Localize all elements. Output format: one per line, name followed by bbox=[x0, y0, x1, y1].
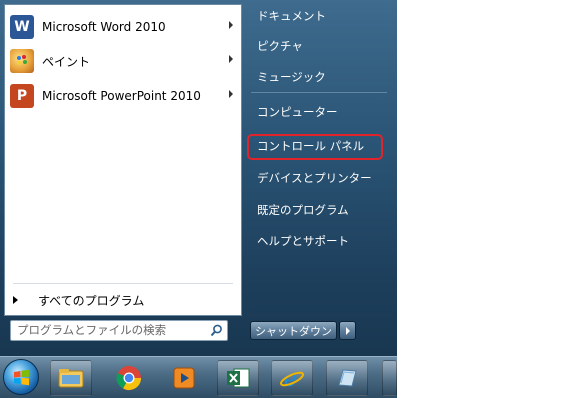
computer-link[interactable]: コンピューター bbox=[249, 100, 389, 124]
submenu-arrow-icon[interactable] bbox=[229, 90, 233, 98]
search-icon[interactable] bbox=[210, 324, 223, 337]
program-label: Microsoft PowerPoint 2010 bbox=[42, 89, 201, 103]
start-button[interactable] bbox=[3, 359, 39, 395]
program-word[interactable]: W Microsoft Word 2010 bbox=[6, 11, 241, 43]
devices-printers-link[interactable]: デバイスとプリンター bbox=[249, 166, 389, 190]
triangle-right-icon bbox=[13, 296, 18, 304]
program-paint[interactable]: ペイント bbox=[6, 45, 241, 77]
program-label: Microsoft Word 2010 bbox=[42, 20, 166, 34]
program-label: ペイント bbox=[42, 54, 91, 69]
pictures-link[interactable]: ピクチャ bbox=[249, 34, 389, 58]
devices-printers-label: デバイスとプリンター bbox=[257, 171, 372, 185]
all-programs-label: すべてのプログラム bbox=[38, 293, 145, 308]
excel-icon[interactable] bbox=[217, 360, 259, 396]
documents-link[interactable]: ドキュメント bbox=[249, 4, 389, 28]
default-programs-link[interactable]: 既定のプログラム bbox=[249, 198, 389, 222]
submenu-arrow-icon[interactable] bbox=[229, 21, 233, 29]
windows-logo-icon bbox=[14, 369, 29, 386]
control-panel-highlight bbox=[247, 134, 383, 160]
music-label: ミュージック bbox=[257, 70, 326, 84]
shutdown-label: シャットダウン bbox=[255, 324, 332, 338]
shutdown-button[interactable]: シャットダウン bbox=[250, 321, 337, 340]
search-input[interactable] bbox=[13, 322, 211, 338]
windows-explorer-icon[interactable] bbox=[50, 360, 92, 396]
search-box[interactable] bbox=[10, 320, 228, 341]
taskbar: e bbox=[0, 356, 397, 398]
svg-text:e: e bbox=[284, 367, 297, 392]
media-player-icon[interactable] bbox=[163, 360, 205, 396]
divider bbox=[13, 283, 233, 284]
app-icon[interactable] bbox=[382, 360, 397, 396]
computer-label: コンピューター bbox=[257, 105, 338, 119]
powerpoint-icon: P bbox=[10, 84, 34, 108]
app-icon[interactable] bbox=[326, 360, 368, 396]
music-link[interactable]: ミュージック bbox=[249, 65, 389, 89]
all-programs-button[interactable]: すべてのプログラム bbox=[11, 288, 237, 312]
program-powerpoint[interactable]: P Microsoft PowerPoint 2010 bbox=[6, 80, 241, 112]
default-programs-label: 既定のプログラム bbox=[257, 203, 349, 217]
pictures-label: ピクチャ bbox=[257, 39, 303, 53]
chrome-icon[interactable] bbox=[108, 360, 150, 396]
help-support-link[interactable]: ヘルプとサポート bbox=[249, 229, 389, 253]
paint-icon bbox=[10, 49, 34, 73]
start-menu: W Microsoft Word 2010 ペイント P Microsoft P… bbox=[0, 0, 397, 398]
divider bbox=[251, 92, 387, 93]
programs-panel: W Microsoft Word 2010 ペイント P Microsoft P… bbox=[4, 4, 242, 316]
shutdown-options-button[interactable] bbox=[339, 321, 356, 340]
internet-explorer-icon[interactable]: e bbox=[271, 360, 313, 396]
word-icon: W bbox=[10, 15, 34, 39]
documents-label: ドキュメント bbox=[257, 9, 326, 23]
help-support-label: ヘルプとサポート bbox=[257, 234, 349, 248]
submenu-arrow-icon[interactable] bbox=[229, 55, 233, 63]
